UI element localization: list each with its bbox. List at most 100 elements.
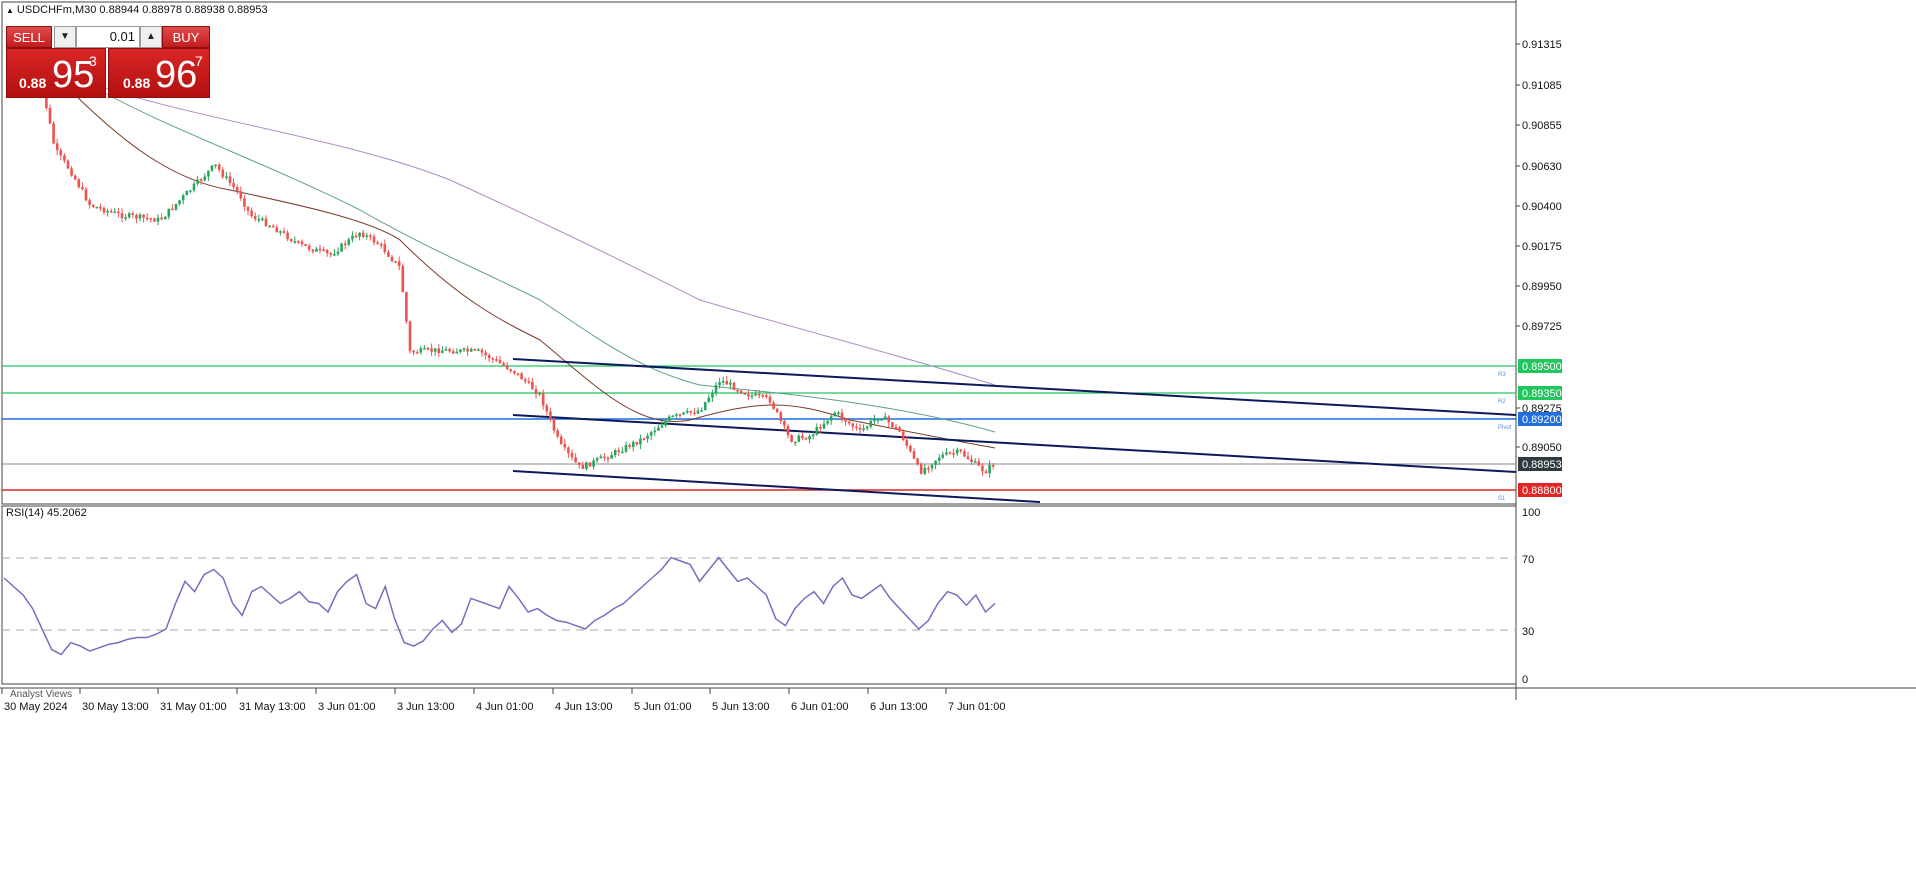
sell-price-pips: 95 [52, 54, 95, 96]
candle-body [527, 381, 531, 383]
candle-body [898, 427, 901, 432]
candle-body [340, 243, 343, 252]
candle-body [862, 428, 865, 430]
analyst-views-tab[interactable]: Analyst Views [10, 689, 72, 700]
candle-body [48, 107, 52, 124]
candle-body [257, 219, 261, 221]
pivot-tags: R3 R2 Pivot S1 [1498, 372, 1512, 502]
candle-body [181, 195, 185, 201]
candle-body [574, 457, 577, 463]
candle-body [581, 464, 585, 469]
candle-body [462, 348, 466, 351]
chart-window: 0.91315 0.91085 0.90855 0.90630 0.90400 0.901… [0, 0, 1916, 874]
price-axis-labels: 0.89500 0.89350 0.89200 0.88953 0.88800 [1518, 359, 1562, 497]
price-chart[interactable]: 0.91315 0.91085 0.90855 0.90630 0.90400 0.901… [0, 0, 1916, 874]
candle-body [930, 464, 934, 469]
candle-body [815, 427, 819, 435]
candle-body [235, 187, 239, 192]
time-axis-label: 4 Jun 13:00 [555, 701, 613, 713]
candle-body [149, 218, 153, 220]
ma-medium-line [89, 84, 996, 433]
candle-body [635, 441, 639, 445]
candle-body [228, 176, 232, 183]
candle-body [567, 447, 570, 454]
candle-body [171, 208, 174, 211]
candle-body [570, 453, 574, 458]
lot-increase-button[interactable]: ▲ [140, 26, 162, 48]
candle-body [124, 217, 127, 219]
lot-decrease-button[interactable]: ▼ [54, 26, 76, 48]
candle-body [210, 165, 214, 171]
candle-body [232, 182, 235, 188]
channel-upper-line [512, 358, 1517, 416]
candle-body [649, 432, 653, 436]
candle-body [383, 244, 387, 253]
sell-button[interactable]: SELL [6, 26, 52, 48]
candle-body [297, 241, 300, 243]
time-axis-label: 7 Jun 01:00 [948, 701, 1006, 713]
buy-price-pips: 96 [155, 54, 198, 96]
candle-body [693, 412, 696, 415]
lot-size-input[interactable]: 0.01 [76, 26, 140, 48]
candle-body [336, 251, 340, 254]
candle-body [707, 397, 711, 403]
price-tick-label: 0.90855 [1522, 120, 1562, 132]
candle-body [95, 206, 99, 209]
candle-body [502, 363, 505, 366]
candle-body [541, 393, 545, 406]
candle-body [577, 462, 581, 465]
candle-body [829, 416, 833, 421]
candle-body [660, 425, 664, 428]
rsi-title: RSI(14) 45.2062 [6, 507, 87, 519]
candle-body [509, 369, 513, 371]
candle-body [275, 227, 279, 233]
candle-body [750, 395, 754, 397]
candle-body [333, 253, 336, 256]
rsi-tick-label: 100 [1522, 507, 1540, 519]
rsi-tick-label: 30 [1522, 626, 1534, 638]
candle-body [732, 382, 736, 390]
sell-price-box[interactable]: 0.88 95 3 [6, 48, 106, 98]
candle-body [70, 168, 73, 176]
candle-body [811, 434, 815, 437]
candle-body [513, 370, 516, 374]
candle-body [559, 436, 563, 444]
candle-body [955, 449, 959, 454]
buy-price-box[interactable]: 0.88 96 7 [108, 48, 210, 98]
candle-body [757, 393, 761, 396]
candle-body [919, 464, 923, 474]
candle-body [419, 348, 423, 353]
candle-body [585, 462, 588, 469]
candle-body [934, 460, 937, 465]
candle-body [153, 218, 156, 222]
candle-body [66, 160, 70, 169]
candle-body [199, 179, 203, 181]
chevron-down-icon: ▼ [60, 31, 70, 42]
candle-body [869, 420, 873, 427]
collapse-triangle-icon[interactable]: ▲ [6, 6, 14, 15]
candle-body [372, 236, 376, 243]
buy-button[interactable]: BUY [162, 26, 210, 48]
candle-body [549, 411, 552, 420]
candle-body [588, 462, 592, 467]
candle-body [261, 218, 264, 221]
time-axis-label: 3 Jun 13:00 [397, 701, 455, 713]
candle-body [264, 218, 268, 226]
rsi-line [3, 556, 996, 656]
candle-body [966, 456, 970, 460]
candle-body [531, 381, 534, 390]
candle-body [840, 412, 844, 419]
candle-body [412, 350, 415, 353]
pivot-tag: Pivot [1498, 425, 1512, 431]
candle-body [225, 176, 228, 178]
candle-body [106, 210, 109, 213]
candle-body [941, 454, 945, 458]
candle-body [430, 348, 433, 352]
candle-body [675, 414, 678, 416]
candle-body [55, 143, 59, 151]
candle-body [196, 179, 199, 184]
candle-body [599, 456, 603, 459]
candle-body [865, 426, 869, 429]
candle-body [315, 248, 318, 252]
candle-body [819, 427, 822, 429]
